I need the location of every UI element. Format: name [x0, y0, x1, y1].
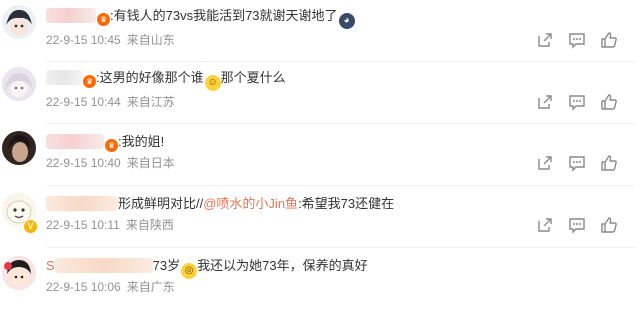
comment-text: 73岁	[152, 258, 181, 273]
cartoon-girl-avatar-icon	[2, 256, 36, 290]
comment-item: ♛:有钱人的73vs我能活到73就谢天谢地了 ◕ 22-9-15 10:45 来自山…	[0, 0, 641, 62]
share-icon	[538, 218, 552, 232]
anime-avatar-icon	[2, 67, 36, 101]
comment-location: 来自陕西	[125, 218, 174, 232]
comment-time: 22-9-15 10:44	[46, 95, 121, 109]
comment-meta: 22-9-15 10:11 来自陕西	[46, 217, 174, 233]
username[interactable]	[46, 8, 96, 23]
comment-location: 来自广东	[126, 280, 175, 294]
comment-text: :这男的好像那个谁	[96, 70, 204, 85]
comment-button[interactable]	[568, 154, 586, 172]
username[interactable]	[46, 70, 82, 85]
like-button[interactable]	[600, 154, 618, 172]
comment-time: 22-9-15 10:40	[46, 156, 121, 170]
avatar[interactable]	[2, 5, 36, 39]
like-icon	[601, 155, 617, 171]
like-icon	[601, 32, 617, 48]
share-icon	[538, 33, 552, 47]
comment-text: :我的姐!	[118, 134, 165, 149]
comment-icon	[569, 33, 585, 49]
comment-text-line: S 73岁 ◎ 我还以为她73年，保养的真好	[46, 257, 368, 279]
avatar[interactable]	[2, 256, 36, 290]
comment-icon	[569, 95, 585, 111]
comment-meta: 22-9-15 10:06 来自广东	[46, 279, 175, 295]
mention-link[interactable]: @喷水的小Jin鱼	[203, 196, 298, 211]
comment-location: 来自山东	[126, 33, 175, 47]
like-icon	[601, 217, 617, 233]
comment-text-line: ♛:这男的好像那个谁 ☺ 那个夏什么	[46, 69, 286, 91]
comment-location: 来自日本	[126, 156, 175, 170]
like-button[interactable]	[600, 31, 618, 49]
username[interactable]	[46, 134, 104, 149]
comment-button[interactable]	[568, 31, 586, 49]
comment-text-after: 那个夏什么	[220, 70, 286, 85]
comment-item: V 形成鲜明对比//@喷水的小Jin鱼:希望我73还健在 22-9-15 10:…	[0, 186, 641, 248]
surprised-emoji-icon: ◎	[181, 263, 198, 279]
vip-badge-icon: ♛	[83, 75, 96, 88]
username-initial[interactable]: S	[46, 258, 55, 273]
comment-meta: 22-9-15 10:45 来自山东	[46, 32, 175, 48]
comment-text-line: 形成鲜明对比//@喷水的小Jin鱼:希望我73还健在	[46, 195, 394, 213]
username[interactable]	[54, 258, 153, 273]
comment-item: ♛:这男的好像那个谁 ☺ 那个夏什么 22-9-15 10:44 来自江苏	[0, 62, 641, 124]
share-button[interactable]	[536, 93, 554, 111]
comment-text-after: 我还以为她73年，保养的真好	[197, 258, 368, 273]
avatar[interactable]	[2, 131, 36, 165]
share-button[interactable]	[536, 31, 554, 49]
comment-item: S 73岁 ◎ 我还以为她73年，保养的真好 22-9-15 10:06 来自广东	[0, 248, 641, 310]
comment-icon	[569, 156, 585, 172]
comment-text-prefix: 形成鲜明对比//	[118, 196, 204, 211]
avatar[interactable]	[2, 67, 36, 101]
comment-button[interactable]	[568, 216, 586, 234]
like-button[interactable]	[600, 93, 618, 111]
laughing-emoji-icon: ☺	[204, 75, 221, 91]
comment-text: :希望我73还健在	[298, 196, 395, 211]
comment-button[interactable]	[568, 93, 586, 111]
verified-badge-icon: V	[23, 219, 38, 234]
person-avatar-icon	[2, 131, 36, 165]
comment-location: 来自江苏	[126, 95, 175, 109]
comment-meta: 22-9-15 10:40 来自日本	[46, 155, 175, 171]
share-button[interactable]	[536, 154, 554, 172]
share-icon	[538, 156, 552, 170]
comment-text-line: ♛:我的姐!	[46, 133, 165, 152]
comment-time: 22-9-15 10:45	[46, 33, 121, 47]
comment-text-line: ♛:有钱人的73vs我能活到73就谢天谢地了 ◕	[46, 7, 355, 29]
comment-meta: 22-9-15 10:44 来自江苏	[46, 94, 175, 110]
shocked-emoji-icon: ◕	[338, 13, 355, 29]
share-icon	[538, 95, 552, 109]
comment-time: 22-9-15 10:11	[46, 218, 120, 232]
like-button[interactable]	[600, 216, 618, 234]
vip-badge-icon: ♛	[105, 139, 118, 152]
comment-time: 22-9-15 10:06	[46, 280, 121, 294]
comment-text: :有钱人的73vs我能活到73就谢天谢地了	[110, 8, 338, 23]
anime-avatar-icon	[2, 5, 36, 39]
vip-badge-icon: ♛	[97, 13, 110, 26]
comment-item: ♛:我的姐! 22-9-15 10:40 来自日本	[0, 124, 641, 186]
username[interactable]	[46, 196, 118, 211]
like-icon	[601, 94, 617, 110]
share-button[interactable]	[536, 216, 554, 234]
comment-icon	[569, 218, 585, 234]
